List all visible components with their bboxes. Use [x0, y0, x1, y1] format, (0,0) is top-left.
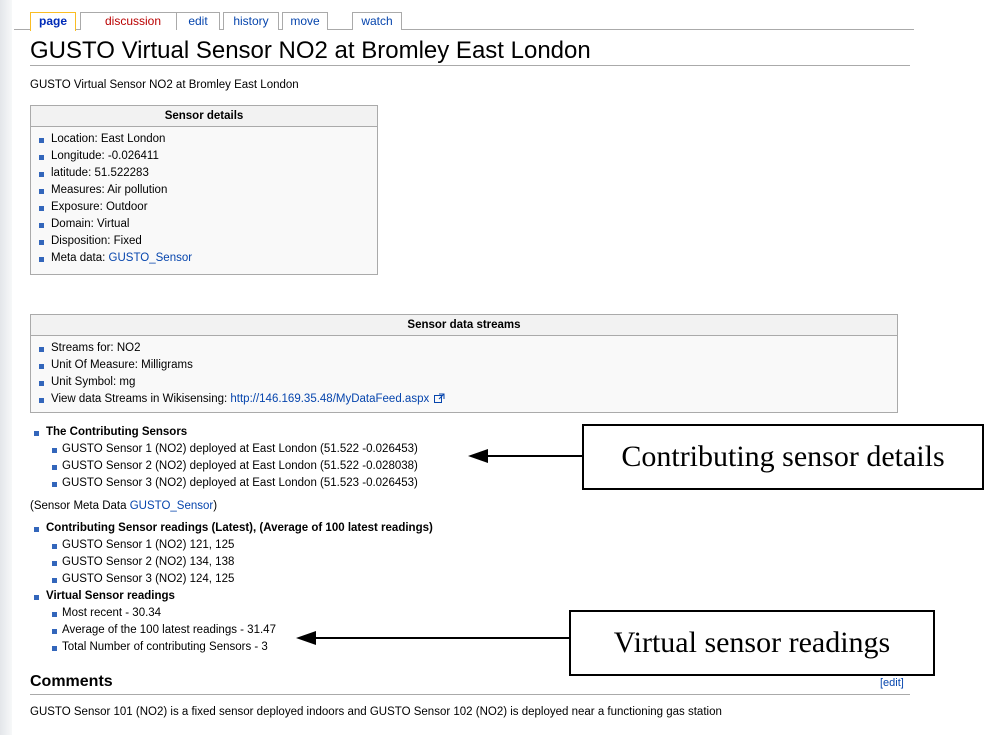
list-item: GUSTO Sensor 3 (NO2) deployed at East Lo…: [30, 475, 590, 492]
meta-data-label: Meta data:: [51, 252, 109, 264]
title-divider: [30, 65, 910, 66]
list-item: GUSTO Sensor 1 (NO2) 121, 125: [30, 537, 590, 554]
comments-divider: [30, 694, 910, 695]
list-item: Most recent - 30.34: [30, 605, 590, 622]
sidebar-shade: [0, 0, 12, 735]
sensor-details-box: Sensor details Location: East London Lon…: [30, 105, 378, 275]
list-item: Measures: Air pollution: [35, 182, 377, 199]
tab-watch[interactable]: watch: [352, 12, 402, 30]
tab-move[interactable]: move: [282, 12, 328, 30]
tab-history[interactable]: history: [223, 12, 279, 30]
arrow-virtual-icon: [296, 631, 571, 645]
page-title: GUSTO Virtual Sensor NO2 at Bromley East…: [30, 37, 591, 64]
list-item: Exposure: Outdoor: [35, 199, 377, 216]
sensor-streams-box: Sensor data streams Streams for: NO2 Uni…: [30, 314, 898, 413]
comments-edit-link[interactable]: [edit]: [880, 677, 904, 689]
sensor-streams-list: Streams for: NO2 Unit Of Measure: Millig…: [31, 336, 897, 408]
list-item: Unit Symbol: mg: [35, 374, 897, 391]
meta-note-link[interactable]: GUSTO_Sensor: [130, 500, 214, 512]
sensor-details-list: Location: East London Longitude: -0.0264…: [31, 127, 377, 267]
list-item: Domain: Virtual: [35, 216, 377, 233]
tab-edit[interactable]: edit: [176, 12, 220, 30]
tab-page[interactable]: page: [30, 12, 76, 31]
contributing-readings-heading: Contributing Sensor readings (Latest), (…: [30, 520, 590, 537]
list-item: View data Streams in Wikisensing: http:/…: [35, 391, 897, 408]
page-tabs: page discussion edit history move watch: [30, 12, 1000, 31]
list-item: Disposition: Fixed: [35, 233, 377, 250]
page-subtitle: GUSTO Virtual Sensor NO2 at Bromley East…: [30, 79, 299, 91]
view-streams-label: View data Streams in Wikisensing:: [51, 393, 231, 405]
meta-note-suffix: ): [213, 500, 218, 512]
contributing-sensors-heading: The Contributing Sensors: [30, 424, 590, 441]
sensor-meta-note: (Sensor Meta Data GUSTO_Sensor): [30, 500, 217, 512]
tab-discussion[interactable]: discussion: [80, 12, 186, 30]
meta-data-link[interactable]: GUSTO_Sensor: [109, 252, 193, 264]
list-item: Unit Of Measure: Milligrams: [35, 357, 897, 374]
list-item: GUSTO Sensor 2 (NO2) 134, 138: [30, 554, 590, 571]
virtual-readings-heading: Virtual Sensor readings: [30, 588, 590, 605]
sensor-streams-heading: Sensor data streams: [31, 315, 897, 336]
list-item: GUSTO Sensor 3 (NO2) 124, 125: [30, 571, 590, 588]
comments-heading: Comments: [30, 673, 113, 690]
sensor-details-heading: Sensor details: [31, 106, 377, 127]
view-streams-link[interactable]: http://146.169.35.48/MyDataFeed.aspx: [230, 393, 429, 405]
callout-virtual: Virtual sensor readings: [569, 610, 935, 676]
list-item: Location: East London: [35, 131, 377, 148]
list-item: Meta data: GUSTO_Sensor: [35, 250, 377, 267]
comments-text: GUSTO Sensor 101 (NO2) is a fixed sensor…: [30, 706, 722, 718]
list-item: Streams for: NO2: [35, 340, 897, 357]
meta-note-prefix: (Sensor Meta Data: [30, 500, 130, 512]
list-item: Longitude: -0.026411: [35, 148, 377, 165]
callout-contributing: Contributing sensor details: [582, 424, 984, 490]
external-link-icon: [434, 393, 445, 403]
arrow-contributing-icon: [468, 449, 584, 463]
list-item: latitude: 51.522283: [35, 165, 377, 182]
